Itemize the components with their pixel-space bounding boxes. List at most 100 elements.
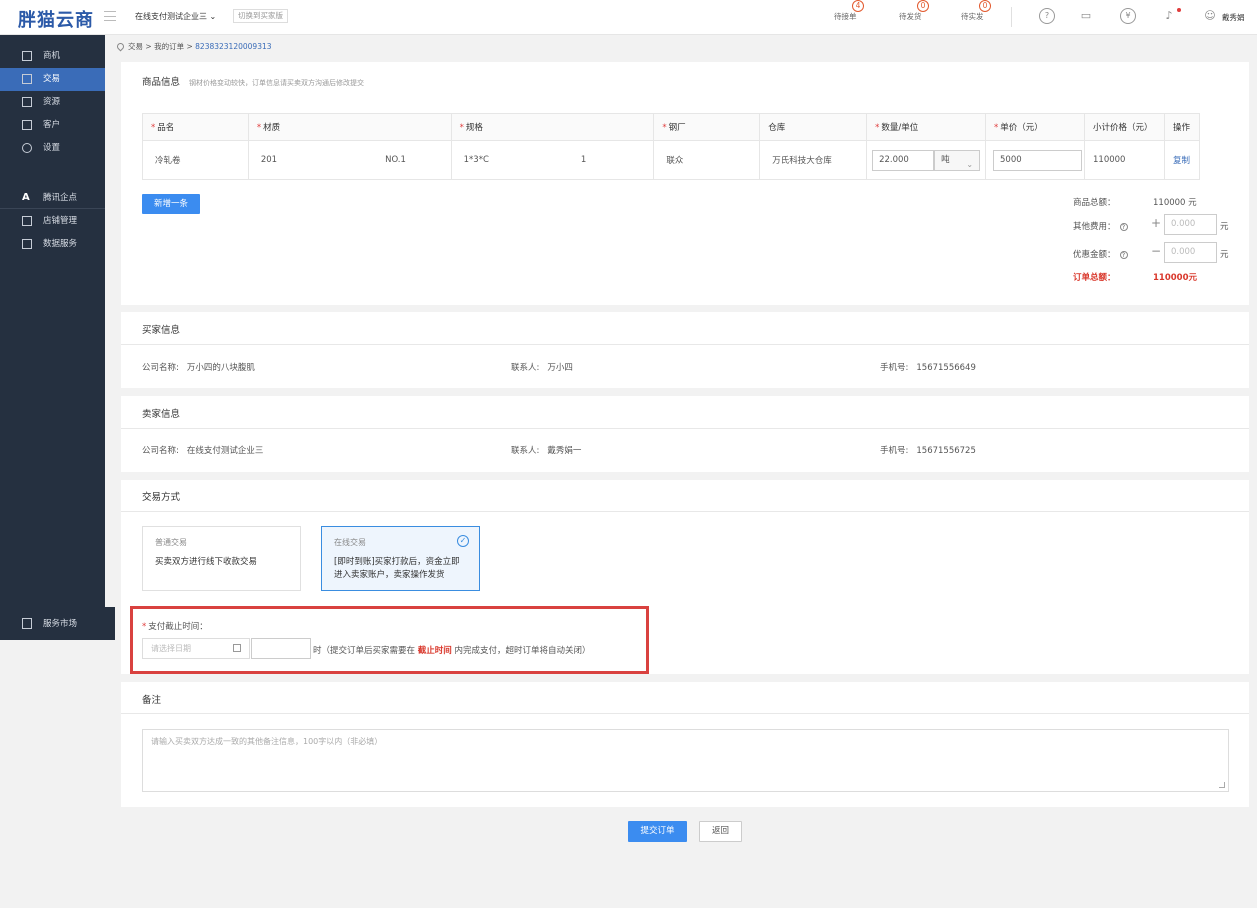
book-icon [22,74,32,84]
sidebar-item-label: 数据服务 [43,239,78,249]
seller-contact: 联系人: 戴秀娟一 [511,444,581,456]
breadcrumb-item[interactable]: 我的订单 [154,42,184,51]
data-icon [22,239,32,249]
company-name: 在线支付测试企业三 [135,12,207,21]
order-total-value: 110000元 [1153,273,1197,283]
notes-textarea[interactable]: 请输入买卖双方达成一致的其他备注信息，100字以内（非必填） [142,729,1229,792]
chevron-down-icon: ⌄ [209,12,217,21]
help-icon[interactable]: ? [1119,251,1128,259]
stat-count-badge: 0 [979,0,991,12]
column-header-label: 钢厂 [668,123,686,133]
required-marker: * [142,622,147,632]
column-header-label: 操作 [1172,123,1190,133]
bell-icon[interactable]: ♪ [1161,8,1177,24]
sidebar-item-trade[interactable]: 交易 [0,68,105,91]
unit-select[interactable]: 吨 ⌄ [934,149,981,171]
breadcrumb-item[interactable]: 交易 [128,42,143,51]
username[interactable]: 戴秀娟 [1222,12,1245,23]
mill-cell: 联众 [653,140,761,180]
pending-accept-stat[interactable]: 待接单 4 [834,0,864,22]
submit-order-button[interactable]: 提交订单 [628,821,687,842]
column-header: * 钢厂 [653,113,761,141]
other-fee-input[interactable]: 0.000 [1164,214,1217,235]
material-cell: 201 NO.1 [247,140,452,180]
deadline-label: * 支付截止时间： [142,620,208,632]
resize-handle-icon[interactable] [1219,782,1225,788]
app-logo[interactable]: 胖猫云商 [18,6,94,32]
breadcrumb-order-number: 8238323120009313 [195,42,272,51]
trade-mode-title: 普通交易 [155,538,187,547]
sidebar-item-business[interactable]: 商机 [0,45,105,68]
pending-actual-ship-stat[interactable]: 待实发 0 [961,0,991,22]
currency-icon[interactable]: ¥ [1120,8,1136,24]
quantity-input[interactable]: 22.000 [872,149,935,171]
material-value: 201 [260,155,278,165]
panel-divider [121,344,1249,345]
panel-divider [121,713,1249,714]
sidebar-item-data-services[interactable]: 数据服务 [0,233,105,256]
menu-toggle-icon[interactable] [104,11,116,21]
yuan-unit: 元 [1220,222,1229,232]
check-circle-icon: ✓ [457,535,469,547]
sidebar-item-tencent-qidian[interactable]: A 腾讯企点 [0,187,105,210]
copy-row-link[interactable]: 复制 [1173,156,1190,166]
price-cell: 5000 [985,140,1085,180]
subtotal-cell: 110000 [1084,140,1165,180]
sidebar-item-label: 交易 [43,74,61,84]
trade-mode-online-card[interactable]: 在线交易 [即时到账]买家打款后，资金立即进入卖家账户，卖家操作发货 ✓ [321,526,480,591]
header-divider [1011,7,1012,27]
goods-title-text: 商品信息 [142,77,181,88]
back-button[interactable]: 返回 [699,821,742,842]
trade-mode-desc: 买卖双方进行线下收款交易 [155,557,258,567]
trade-mode-title: 在线交易 [334,538,366,547]
sidebar-item-resources[interactable]: 资源 [0,91,105,114]
column-header-label: 规格 [465,123,483,133]
spec-cell: 1*3*C 1 [450,140,655,180]
goods-subtitle: 钢材价格变动较快，订单信息请买卖双方沟通后修改提交 [189,79,365,87]
sidebar-item-settings[interactable]: 设置 [0,137,105,160]
sidebar-item-service-market[interactable]: 服务市场 [0,607,115,640]
discount-label-text: 优惠金额： [1073,250,1116,260]
field-label: 公司名称: [142,363,179,373]
column-header-label: 材质 [263,123,281,133]
price-input[interactable]: 5000 [993,149,1083,171]
trade-mode-offline-card[interactable]: 普通交易 买卖双方进行线下收款交易 [142,526,301,591]
notes-placeholder: 请输入买卖双方达成一致的其他备注信息，100字以内（非必填） [151,737,383,746]
help-icon[interactable]: ? [1039,8,1055,24]
breadcrumb-separator: > [145,42,152,51]
seller-phone: 手机号: 15671556725 [880,444,976,456]
yuan-unit: 元 [1220,250,1229,260]
deadline-hour-input[interactable] [251,638,311,659]
seller-title: 卖家信息 [142,409,181,420]
add-row-button[interactable]: 新增一条 [142,194,200,214]
trade-title: 交易方式 [142,492,181,503]
column-header-label: 数量/单位 [881,123,919,133]
field-label: 联系人: [511,363,540,373]
deadline-hint-emphasis: 截止时间 [417,646,452,656]
material-grade-value: NO.1 [385,155,406,165]
deadline-hint-prefix: 时（提交订单后买家需要在 [313,646,416,656]
stat-label: 待发货 [899,12,922,21]
field-value: 万小四 [547,363,573,373]
sidebar-item-store-management[interactable]: 店铺管理 [0,210,105,233]
switch-to-buyer-button[interactable]: 切换到买家版 [233,9,288,23]
column-header: 仓库 [759,113,868,141]
seller-panel: 卖家信息 [121,396,1249,472]
goods-total-value: 110000 元 [1153,198,1197,208]
deadline-date-input[interactable]: 请选择日期 [142,638,250,659]
buyer-panel: 买家信息 [121,312,1249,388]
discount-input[interactable]: 0.000 [1164,242,1217,263]
field-value: 在线支付测试企业三 [186,446,264,456]
sidebar-item-customers[interactable]: 客户 [0,114,105,137]
contact-icon [22,120,32,130]
user-icon[interactable]: ☺ [1202,8,1218,24]
store-icon[interactable]: ▭ [1078,8,1094,24]
other-fee-label-text: 其他费用： [1073,222,1116,232]
pending-ship-stat[interactable]: 待发货 0 [899,0,929,22]
buyer-contact: 联系人: 万小四 [511,361,573,373]
sidebar-item-label: 服务市场 [43,619,78,629]
column-header: * 品名 [142,113,249,141]
store-icon [22,216,32,226]
company-select[interactable]: 在线支付测试企业三 ⌄ [135,11,216,22]
help-icon[interactable]: ? [1119,223,1128,231]
